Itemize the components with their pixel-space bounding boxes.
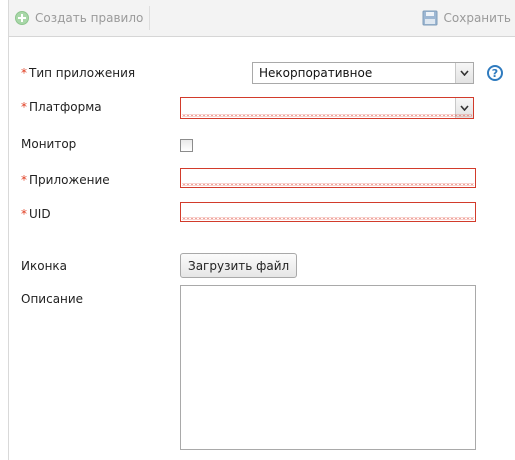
- save-button[interactable]: Сохранить: [422, 6, 514, 30]
- save-label: Сохранить: [443, 11, 512, 25]
- platform-dropdown-button[interactable]: [455, 98, 473, 118]
- required-marker: *: [21, 100, 27, 114]
- app-type-label: * Тип приложения: [21, 66, 135, 80]
- monitor-label: Монитор: [21, 137, 77, 151]
- application-label-text: Приложение: [29, 173, 110, 187]
- app-type-select[interactable]: Некорпоративное: [252, 62, 474, 84]
- uid-label-text: UID: [29, 207, 51, 221]
- description-label: Описание: [21, 292, 84, 306]
- platform-label: * Платформа: [21, 100, 102, 114]
- toolbar: Создать правило Сохранить: [9, 0, 515, 37]
- floppy-disk-icon: [422, 10, 437, 26]
- uid-label: * UID: [21, 207, 51, 221]
- chevron-down-icon: [460, 70, 469, 76]
- platform-label-text: Платформа: [29, 100, 102, 114]
- monitor-checkbox[interactable]: [180, 139, 193, 152]
- application-label: * Приложение: [21, 173, 110, 187]
- app-type-label-text: Тип приложения: [29, 66, 136, 80]
- upload-file-button[interactable]: Загрузить файл: [180, 253, 298, 278]
- chevron-down-icon: [460, 105, 469, 111]
- required-marker: *: [21, 207, 27, 221]
- uid-input[interactable]: [180, 202, 476, 222]
- required-marker: *: [21, 66, 27, 80]
- app-type-value: Некорпоративное: [259, 66, 373, 80]
- app-type-dropdown-button[interactable]: [455, 63, 473, 83]
- create-rule-label: Создать правило: [35, 11, 144, 25]
- application-input[interactable]: [180, 168, 476, 188]
- icon-label: Иконка: [21, 259, 68, 273]
- description-textarea[interactable]: [180, 285, 476, 450]
- add-circle-icon: [15, 11, 29, 25]
- create-rule-button[interactable]: Создать правило: [9, 6, 150, 30]
- platform-select[interactable]: [180, 97, 474, 119]
- help-icon[interactable]: ?: [487, 65, 503, 81]
- required-marker: *: [21, 173, 27, 187]
